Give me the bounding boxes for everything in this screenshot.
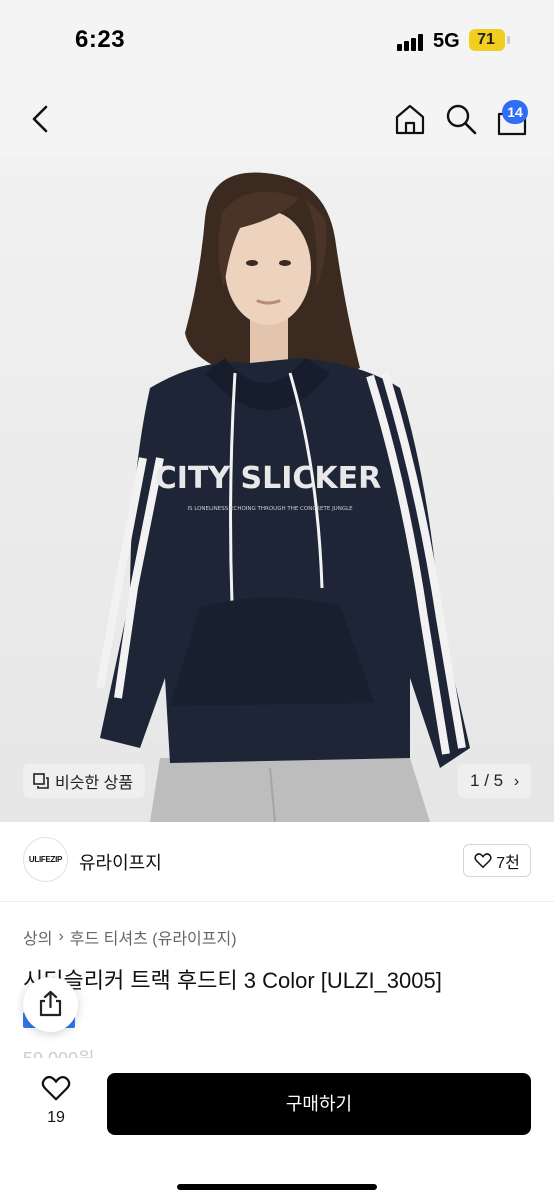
product-title: 시티슬리커 트랙 후드티 3 Color [ULZI_3005] xyxy=(23,968,442,993)
page-separator: / xyxy=(484,771,489,790)
cart-count-badge: 14 xyxy=(502,100,528,124)
breadcrumb-item[interactable]: 후드 티셔츠 (유라이프지) xyxy=(70,925,237,949)
wishlist-button[interactable]: 19 xyxy=(32,1074,80,1134)
heart-outline-icon xyxy=(41,1075,71,1101)
product-image-gallery[interactable]: CITY SLICKER IS LONELINESS ECHOING THROU… xyxy=(0,158,554,822)
home-icon xyxy=(395,104,425,135)
seller-name[interactable]: 유라이프지 xyxy=(79,849,162,875)
search-button[interactable] xyxy=(444,102,478,136)
seller-row[interactable]: ULIFEZIP 유라이프지 7천 xyxy=(0,822,554,902)
back-button[interactable] xyxy=(24,102,58,136)
share-button[interactable] xyxy=(23,977,78,1032)
image-page-indicator[interactable]: 1 / 5 › xyxy=(458,764,531,798)
similar-products-label: 비슷한 상품 xyxy=(55,775,134,792)
seller-logo[interactable]: ULIFEZIP xyxy=(23,837,68,882)
top-nav xyxy=(0,80,554,158)
page-current: 1 xyxy=(470,771,480,790)
shop-like-button[interactable]: 7천 xyxy=(463,844,531,877)
signal-icon xyxy=(397,33,427,51)
copy-icon xyxy=(33,773,49,789)
status-bar: 6:23 5G 71 xyxy=(0,0,554,80)
hoodie-print-text: CITY SLICKER xyxy=(155,461,382,496)
bottom-action-bar: 19 구매하기 xyxy=(0,1058,554,1200)
similar-products-button[interactable]: 비슷한 상품 xyxy=(23,764,146,798)
share-icon xyxy=(39,990,62,1017)
breadcrumb-item[interactable]: 상의 xyxy=(23,925,52,949)
buy-button[interactable]: 구매하기 xyxy=(107,1073,531,1135)
status-time: 6:23 xyxy=(75,26,126,53)
home-button[interactable] xyxy=(393,102,427,136)
network-type: 5G xyxy=(433,30,460,52)
hoodie-print-subtext: IS LONELINESS ECHOING THROUGH THE CONCRE… xyxy=(187,506,353,512)
shop-like-count: 7천 xyxy=(496,854,520,872)
chevron-left-icon xyxy=(32,105,48,133)
page-total: 5 xyxy=(493,771,504,790)
chevron-right-icon: › xyxy=(513,773,520,790)
battery-level: 71 xyxy=(477,31,495,48)
wishlist-count: 19 xyxy=(47,1109,65,1126)
chevron-right-icon: › xyxy=(58,928,64,945)
home-indicator xyxy=(177,1184,377,1190)
search-icon xyxy=(446,104,477,135)
battery-icon: 71 xyxy=(469,29,505,51)
heart-outline-icon xyxy=(474,853,492,868)
breadcrumb: 상의 › 후드 티셔츠 (유라이프지) xyxy=(23,925,237,949)
product-photo: CITY SLICKER IS LONELINESS ECHOING THROU… xyxy=(0,158,554,822)
